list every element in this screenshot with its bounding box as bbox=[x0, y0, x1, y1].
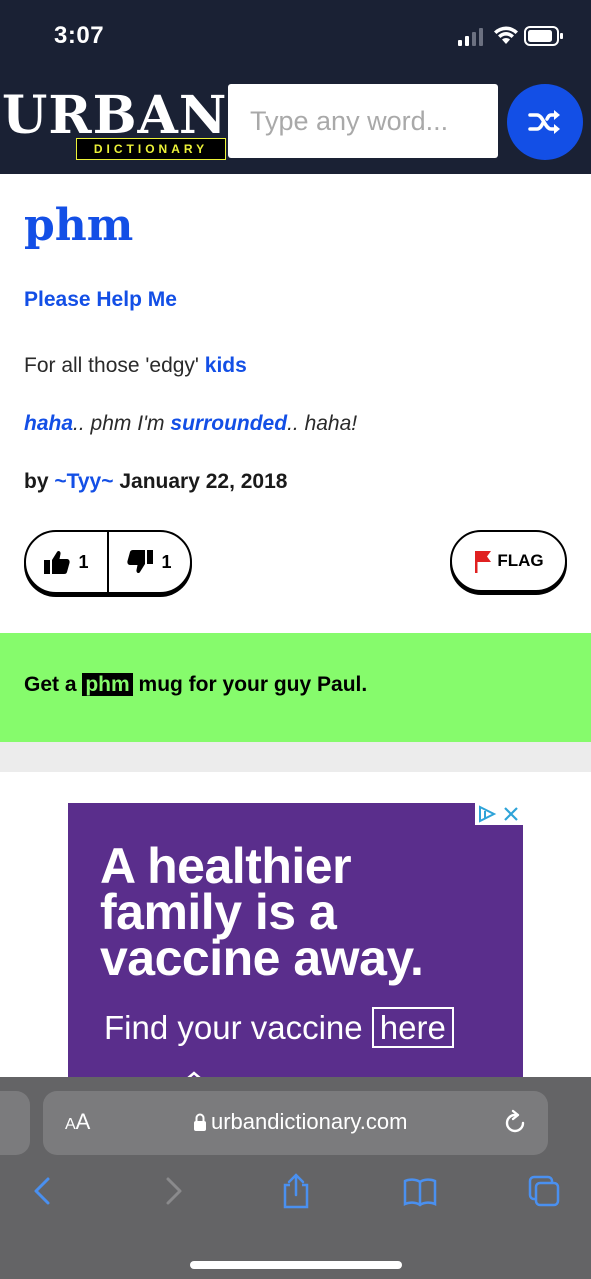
example-link-haha[interactable]: haha bbox=[24, 412, 73, 435]
ad-headline-line1: A healthier bbox=[100, 838, 352, 894]
example-text-mid: .. phm I'm bbox=[73, 412, 171, 435]
downvote-count: 1 bbox=[161, 551, 172, 572]
definition-link-kids[interactable]: kids bbox=[205, 354, 247, 377]
ad-info-icon[interactable] bbox=[475, 803, 499, 825]
mug-promo-text: Get a phm mug for your guy Paul. bbox=[24, 673, 367, 697]
site-header: URBAN DICTIONARY bbox=[0, 72, 591, 174]
vote-controls: 1 1 bbox=[24, 530, 192, 594]
ad-headline: A healthier family is a vaccine away. bbox=[100, 838, 520, 986]
random-word-button[interactable] bbox=[507, 84, 583, 160]
mug-promo-banner[interactable]: Get a phm mug for your guy Paul. bbox=[0, 633, 591, 742]
urban-dictionary-logo[interactable]: URBAN DICTIONARY bbox=[0, 86, 228, 162]
flag-label: FLAG bbox=[497, 551, 544, 570]
example-link-surrounded[interactable]: surrounded bbox=[170, 412, 287, 435]
ad-headline-line2: family is a bbox=[100, 884, 337, 940]
mug-prefix: Get a bbox=[24, 673, 83, 696]
author-link[interactable]: ~Tyy~ bbox=[54, 470, 113, 493]
flag-button[interactable]: FLAG bbox=[450, 530, 567, 592]
bookmarks-icon[interactable] bbox=[402, 1173, 438, 1209]
definition-example: haha.. phm I'm surrounded.. haha! bbox=[24, 412, 357, 436]
share-icon[interactable] bbox=[278, 1173, 314, 1209]
status-time: 3:07 bbox=[54, 22, 105, 49]
definition-text-plain: For all those 'edgy' bbox=[24, 354, 205, 377]
url-display[interactable]: urbandictionary.com bbox=[193, 1109, 407, 1135]
battery-icon bbox=[524, 26, 563, 46]
shuffle-icon bbox=[528, 110, 560, 134]
definition-meaning: Please Help Me bbox=[24, 288, 177, 311]
vaccine-ad-banner[interactable]: A healthier family is a vaccine away. Fi… bbox=[68, 803, 523, 1103]
byline-prefix: by bbox=[24, 470, 55, 493]
upvote-count: 1 bbox=[78, 551, 89, 572]
forward-chevron-icon[interactable] bbox=[154, 1173, 190, 1209]
back-chevron-icon[interactable] bbox=[26, 1173, 62, 1209]
definition-date: January 22, 2018 bbox=[119, 470, 288, 493]
ad-choices-badge[interactable] bbox=[475, 803, 523, 825]
home-indicator bbox=[190, 1261, 402, 1269]
section-divider bbox=[0, 742, 591, 772]
tabs-icon[interactable] bbox=[526, 1173, 562, 1209]
mug-suffix: mug for your guy Paul. bbox=[132, 673, 368, 696]
thumbs-up-icon bbox=[44, 550, 71, 574]
reload-icon[interactable] bbox=[502, 1109, 528, 1137]
url-text: urbandictionary.com bbox=[211, 1109, 408, 1134]
mug-word-highlight: phm bbox=[82, 673, 133, 696]
thumbs-down-icon bbox=[127, 550, 154, 574]
red-flag-icon bbox=[475, 551, 492, 573]
upvote-button[interactable]: 1 bbox=[26, 532, 107, 592]
definition-text: For all those 'edgy' kids bbox=[24, 354, 247, 378]
ad-headline-line3: vaccine away. bbox=[100, 930, 424, 986]
reader-options-button[interactable]: AA bbox=[65, 1109, 90, 1135]
wifi-icon bbox=[494, 26, 518, 44]
ad-close-icon[interactable] bbox=[499, 803, 523, 825]
search-input[interactable] bbox=[228, 84, 498, 158]
previous-tab-peek[interactable] bbox=[0, 1091, 30, 1155]
status-bar: 3:07 bbox=[0, 0, 591, 72]
ad-cta: Find your vaccine here bbox=[104, 1007, 454, 1048]
logo-wordmark: URBAN bbox=[2, 85, 228, 146]
ad-cta-text: Find your vaccine bbox=[104, 1009, 372, 1046]
cellular-signal-icon bbox=[458, 28, 483, 46]
downvote-button[interactable]: 1 bbox=[109, 532, 190, 592]
definition-byline: by ~Tyy~ January 22, 2018 bbox=[24, 470, 287, 494]
example-text-end: .. haha! bbox=[287, 412, 358, 435]
logo-subtitle: DICTIONARY bbox=[76, 138, 226, 160]
ad-cta-link[interactable]: here bbox=[371, 1007, 454, 1048]
address-bar[interactable]: AA urbandictionary.com bbox=[43, 1091, 548, 1155]
definition-word[interactable]: phm bbox=[24, 200, 133, 251]
lock-icon bbox=[194, 1113, 206, 1131]
browser-toolbar: AA urbandictionary.com bbox=[0, 1077, 591, 1279]
